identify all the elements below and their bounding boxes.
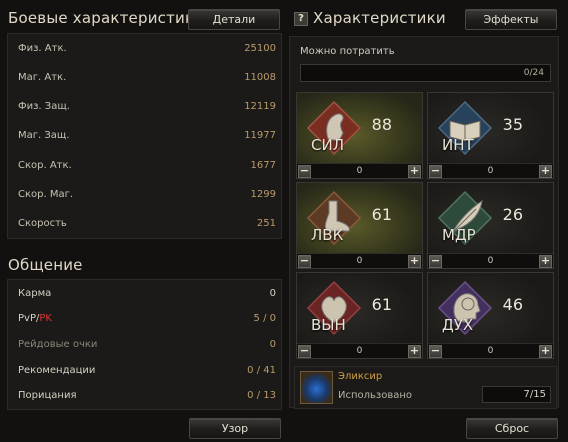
points-progress: 0/24 (300, 64, 551, 82)
attr-card-con[interactable]: ВЫН 61 − 0 + (296, 272, 423, 359)
blame-row: Порицания 0 / 13 (18, 389, 276, 401)
raid-row: Рейдовые очки 0 (18, 338, 276, 350)
social-title: Общение (8, 256, 83, 274)
stat-row: Физ. Атк. 25100 (18, 42, 276, 54)
stat-row: Скорость 251 (18, 217, 276, 229)
effects-button[interactable]: Эффекты (465, 9, 557, 30)
attr-card-wit[interactable]: МДР 26 − 0 + (427, 182, 554, 269)
reset-button[interactable]: Сброс (466, 418, 558, 439)
plus-button[interactable]: + (538, 164, 552, 178)
minus-button[interactable]: − (298, 344, 311, 358)
combat-title: Боевые характеристики (8, 9, 205, 27)
points-label: Можно потратить (300, 46, 395, 57)
minus-button[interactable]: − (429, 344, 442, 358)
pattern-button[interactable]: Узор (189, 418, 281, 439)
stat-row: Скор. Атк. 1677 (18, 159, 276, 171)
attributes-title: Характеристики (313, 9, 446, 27)
question-icon[interactable]: ? (294, 12, 308, 26)
elixir-panel: Эликсир Использовано 7/15 (294, 366, 557, 409)
minus-button[interactable]: − (298, 164, 311, 178)
attr-card-dex[interactable]: ЛВК 61 − 0 + (296, 182, 423, 269)
plus-button[interactable]: + (407, 164, 421, 178)
elixir-used-label: Использовано (338, 390, 413, 401)
stat-row: Физ. Защ. 12119 (18, 100, 276, 112)
elixir-name[interactable]: Эликсир (338, 371, 382, 382)
attr-card-men[interactable]: ДУХ 46 − 0 + (427, 272, 554, 359)
attr-card-int[interactable]: ИНТ 35 − 0 + (427, 92, 554, 179)
plus-button[interactable]: + (407, 344, 421, 358)
elixir-count: 7/15 (482, 386, 551, 403)
details-button[interactable]: Детали (188, 9, 280, 30)
plus-button[interactable]: + (538, 344, 552, 358)
plus-button[interactable]: + (538, 254, 552, 268)
recommend-row: Рекомендации 0 / 41 (18, 364, 276, 376)
stat-row: Маг. Атк. 11008 (18, 71, 276, 83)
minus-button[interactable]: − (429, 254, 442, 268)
plus-button[interactable]: + (407, 254, 421, 268)
attr-card-str[interactable]: СИЛ 88 − 0 + (296, 92, 423, 179)
pvp-row: PvP/PK 5 / 0 (18, 312, 276, 324)
stat-row: Маг. Защ. 11977 (18, 129, 276, 141)
minus-button[interactable]: − (429, 164, 442, 178)
elixir-icon (300, 371, 333, 404)
stat-row: Скор. Маг. 1299 (18, 188, 276, 200)
minus-button[interactable]: − (298, 254, 311, 268)
karma-row: Карма 0 (18, 287, 276, 299)
